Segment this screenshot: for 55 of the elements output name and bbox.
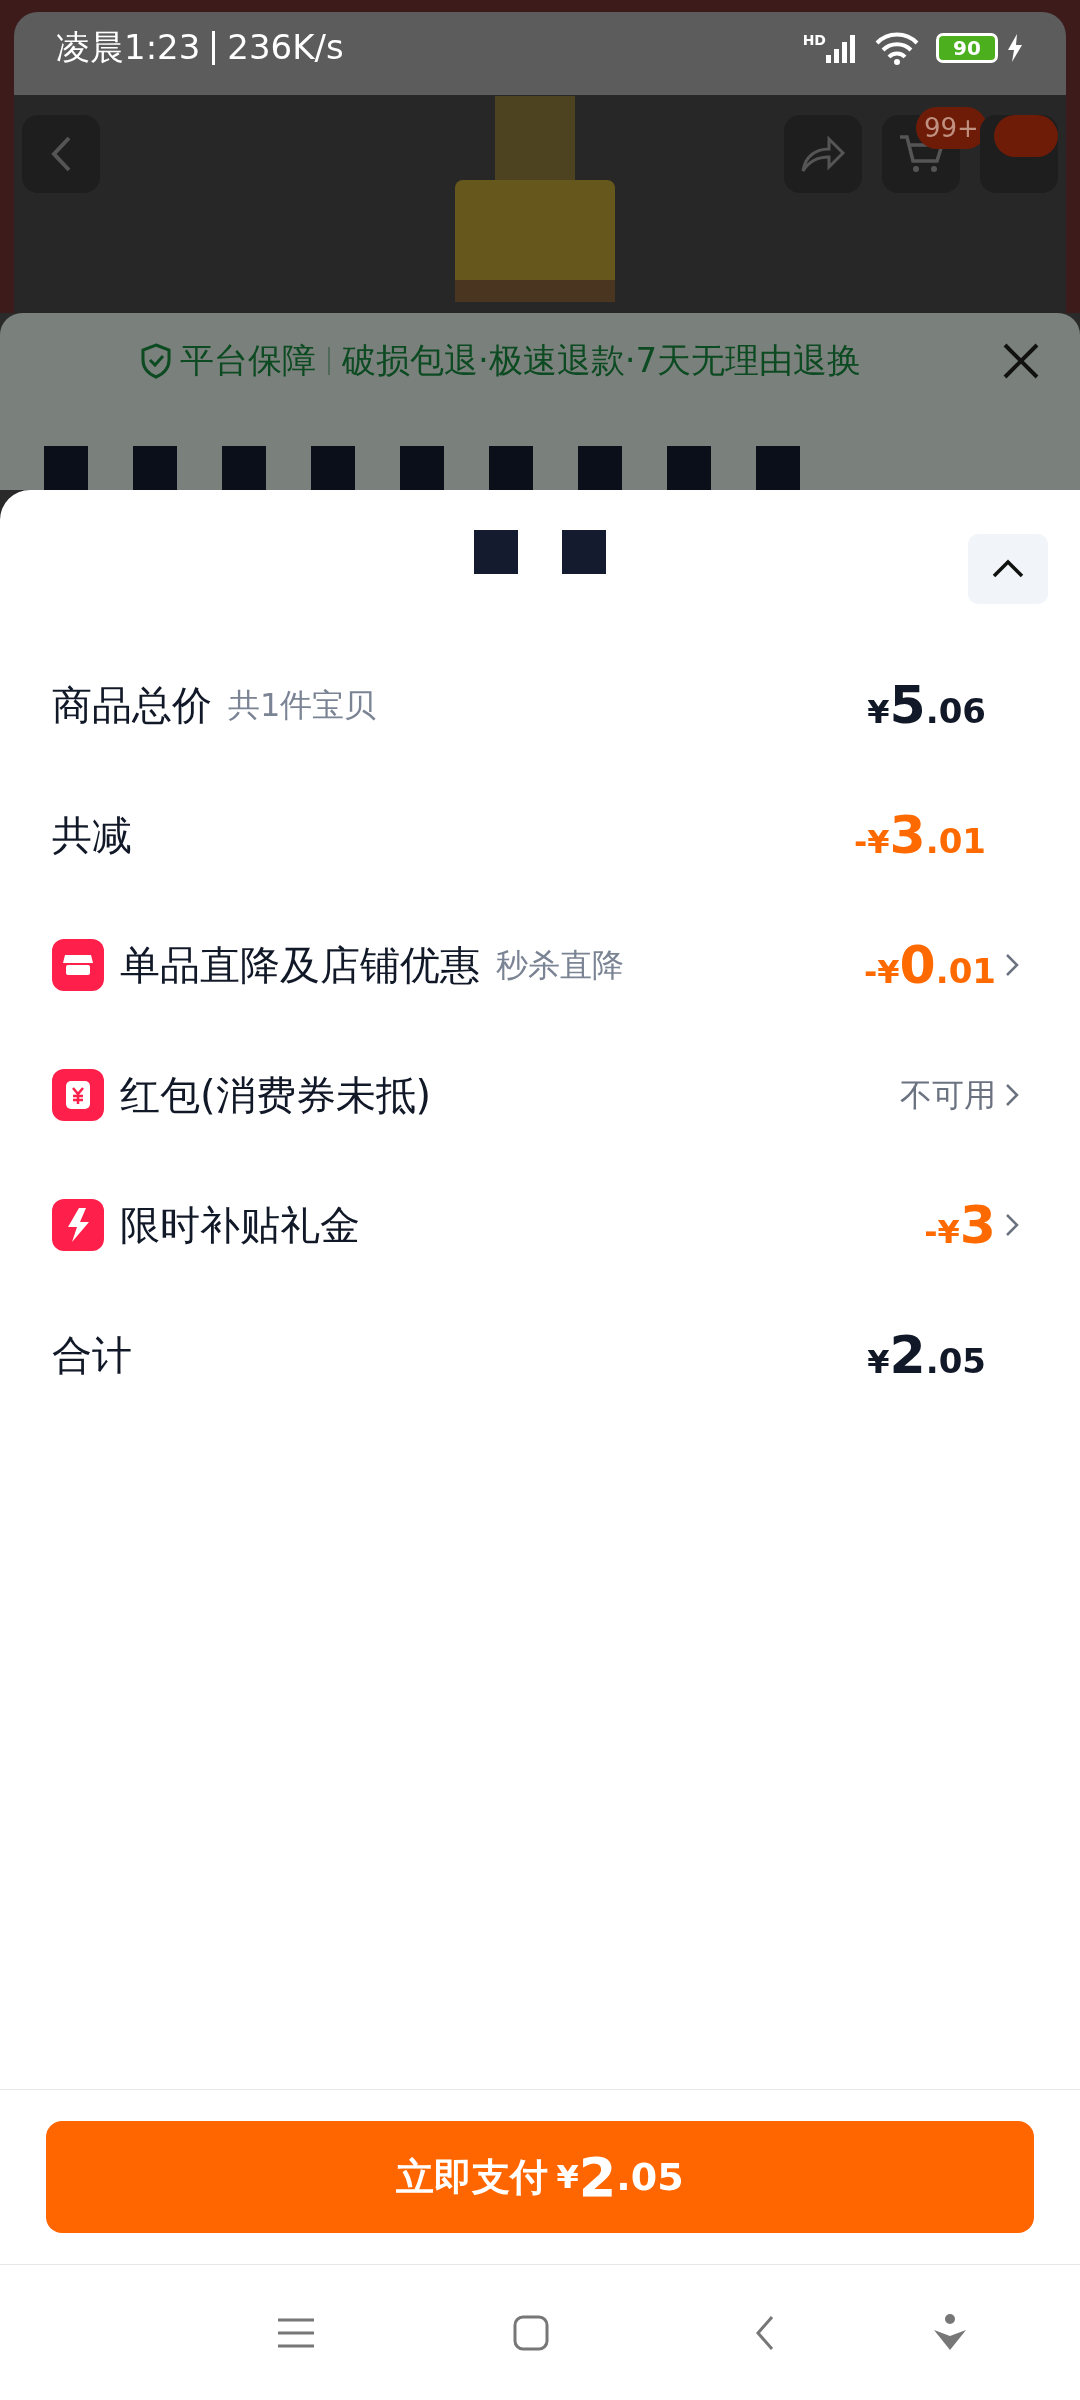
price-amount: -¥3.01 [854, 804, 986, 867]
message-icon [994, 115, 1058, 157]
chevron-right-icon [1004, 1212, 1020, 1238]
back-button[interactable] [22, 115, 100, 193]
price-detail-row[interactable]: 红包(消费券未抵) 不可用 [0, 1030, 1080, 1160]
status-time: 凌晨1:23 [56, 26, 201, 69]
chevron-right-icon [1004, 952, 1020, 978]
charging-icon [1006, 32, 1024, 63]
redaction-block [756, 446, 800, 490]
signal-icon [826, 32, 858, 63]
battery-indicator: 90 [936, 32, 998, 63]
wifi-icon [874, 30, 920, 65]
price-amount: ¥2.05 [867, 1324, 986, 1387]
back-icon [50, 135, 72, 173]
status-text: 不可用 [900, 1075, 996, 1116]
price-amount: -¥0.01 [864, 934, 996, 997]
guarantee-text: 破损包退·极速退款·7天无理由退换 [342, 339, 862, 382]
redaction-block [474, 530, 518, 574]
lightning-icon [52, 1199, 104, 1251]
share-button[interactable] [784, 115, 862, 193]
redaction-block [562, 530, 606, 574]
row-label: 商品总价 [52, 681, 212, 730]
network-type: HD [802, 31, 826, 50]
row-label: 合计 [52, 1331, 132, 1380]
chevron-up-icon [991, 559, 1025, 579]
chevron-right-icon [1004, 1082, 1020, 1108]
assistant-icon[interactable] [933, 2313, 967, 2352]
redaction-block [578, 446, 622, 490]
price-detail-row[interactable]: 单品直降及店铺优惠 秒杀直降 -¥0.01 [0, 900, 1080, 1030]
home-icon[interactable] [513, 2314, 549, 2351]
shop-icon [52, 939, 104, 991]
redaction-block [489, 446, 533, 490]
redaction-block [311, 446, 355, 490]
row-label: 红包(消费券未抵) [120, 1071, 432, 1120]
row-label: 限时补贴礼金 [120, 1201, 360, 1250]
guarantee-label: 平台保障 [180, 339, 316, 382]
row-label: 共减 [52, 811, 132, 860]
row-note: 共1件宝贝 [228, 685, 377, 726]
price-detail-row[interactable]: 限时补贴礼金 -¥3 [0, 1160, 1080, 1290]
redaction-block [667, 446, 711, 490]
redaction-block [222, 446, 266, 490]
back-icon[interactable] [755, 2314, 775, 2351]
row-note: 秒杀直降 [496, 945, 624, 986]
redaction-block [133, 446, 177, 490]
redaction-block [44, 446, 88, 490]
price-amount: -¥3 [924, 1194, 996, 1257]
coupon-icon [52, 1069, 104, 1121]
menu-icon[interactable] [277, 2316, 315, 2349]
network-speed: 236K/s [227, 26, 344, 69]
row-label: 单品直降及店铺优惠 [120, 941, 480, 990]
price-amount: ¥5.06 [867, 674, 986, 737]
redaction-block [400, 446, 444, 490]
shield-check-icon [140, 342, 172, 379]
close-icon[interactable] [1002, 341, 1040, 380]
collapse-button[interactable] [968, 534, 1048, 604]
